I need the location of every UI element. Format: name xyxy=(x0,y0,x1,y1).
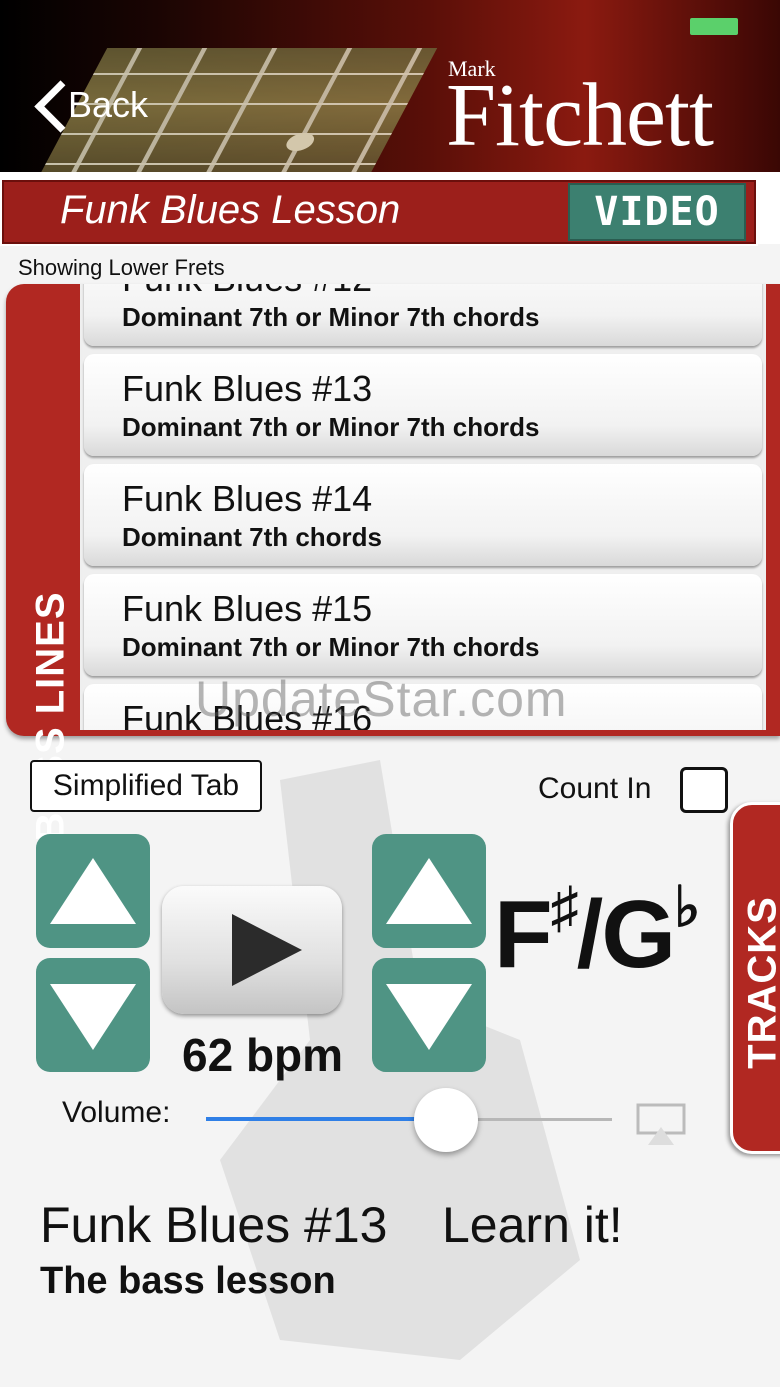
tracks-label: TRACKS xyxy=(740,896,780,1069)
video-button[interactable]: VIDEO xyxy=(568,183,746,241)
triangle-up-icon xyxy=(50,858,136,924)
list-item[interactable]: Funk Blues #14 Dominant 7th chords xyxy=(84,464,762,566)
volume-slider-fill xyxy=(206,1117,446,1121)
list-item[interactable]: Funk Blues #13 Dominant 7th or Minor 7th… xyxy=(84,354,762,456)
brand-logo: Fitchett xyxy=(446,66,714,165)
count-in-label: Count In xyxy=(538,772,652,805)
triangle-down-icon xyxy=(386,984,472,1050)
list-item[interactable]: Funk Blues #12 Dominant 7th or Minor 7th… xyxy=(84,284,762,346)
lesson-name: Funk Blues #14 xyxy=(122,478,373,519)
battery-icon xyxy=(690,18,738,35)
lesson-name: Funk Blues #15 xyxy=(122,588,373,629)
tempo-readout: 62 bpm xyxy=(182,1029,344,1081)
page-title: Funk Blues Lesson xyxy=(60,188,401,232)
watermark: UpdateStar.com xyxy=(195,671,568,727)
app-header: Back Mark Fitchett xyxy=(0,0,780,172)
simplified-tab-button[interactable]: Simplified Tab xyxy=(30,760,262,812)
key-slash: / xyxy=(576,881,604,988)
flat-symbol: ♭ xyxy=(673,875,700,938)
now-playing-action: Learn it! xyxy=(442,1197,623,1253)
tracks-tab[interactable]: TRACKS xyxy=(730,802,780,1154)
key-alt: G xyxy=(601,881,676,988)
list-item[interactable]: Funk Blues #15 Dominant 7th or Minor 7th… xyxy=(84,574,762,676)
tempo-down-button[interactable] xyxy=(36,958,150,1072)
lesson-chords: Dominant 7th or Minor 7th chords xyxy=(122,412,540,442)
key-down-button[interactable] xyxy=(372,958,486,1072)
sharp-symbol: ♯ xyxy=(550,875,579,938)
key-readout: F♯/G♭ xyxy=(494,875,700,990)
fret-range-label: Showing Lower Frets xyxy=(18,255,225,280)
lessons-list[interactable]: Funk Blues #12 Dominant 7th or Minor 7th… xyxy=(80,284,766,730)
airplay-icon[interactable] xyxy=(636,1103,686,1147)
triangle-up-icon xyxy=(386,858,472,924)
lesson-chords: Dominant 7th or Minor 7th chords xyxy=(122,302,540,332)
back-button[interactable]: Back xyxy=(32,70,152,142)
back-label: Back xyxy=(68,84,149,125)
triangle-down-icon xyxy=(50,984,136,1050)
volume-slider-thumb[interactable] xyxy=(413,1088,478,1152)
play-button[interactable] xyxy=(162,886,342,1014)
volume-label: Volume: xyxy=(62,1096,171,1129)
key-up-button[interactable] xyxy=(372,834,486,948)
now-playing-subtitle: The bass lesson xyxy=(40,1260,336,1302)
lesson-name: Funk Blues #13 xyxy=(122,368,373,409)
count-in-checkbox[interactable] xyxy=(680,767,728,813)
lesson-chords: Dominant 7th or Minor 7th chords xyxy=(122,632,540,662)
now-playing-lesson: Funk Blues #13 xyxy=(40,1197,388,1253)
lesson-name: Funk Blues #12 xyxy=(122,284,372,300)
lesson-chords: Dominant 7th chords xyxy=(122,522,383,552)
play-icon xyxy=(232,914,302,986)
tempo-up-button[interactable] xyxy=(36,834,150,948)
key-root: F xyxy=(494,881,553,988)
